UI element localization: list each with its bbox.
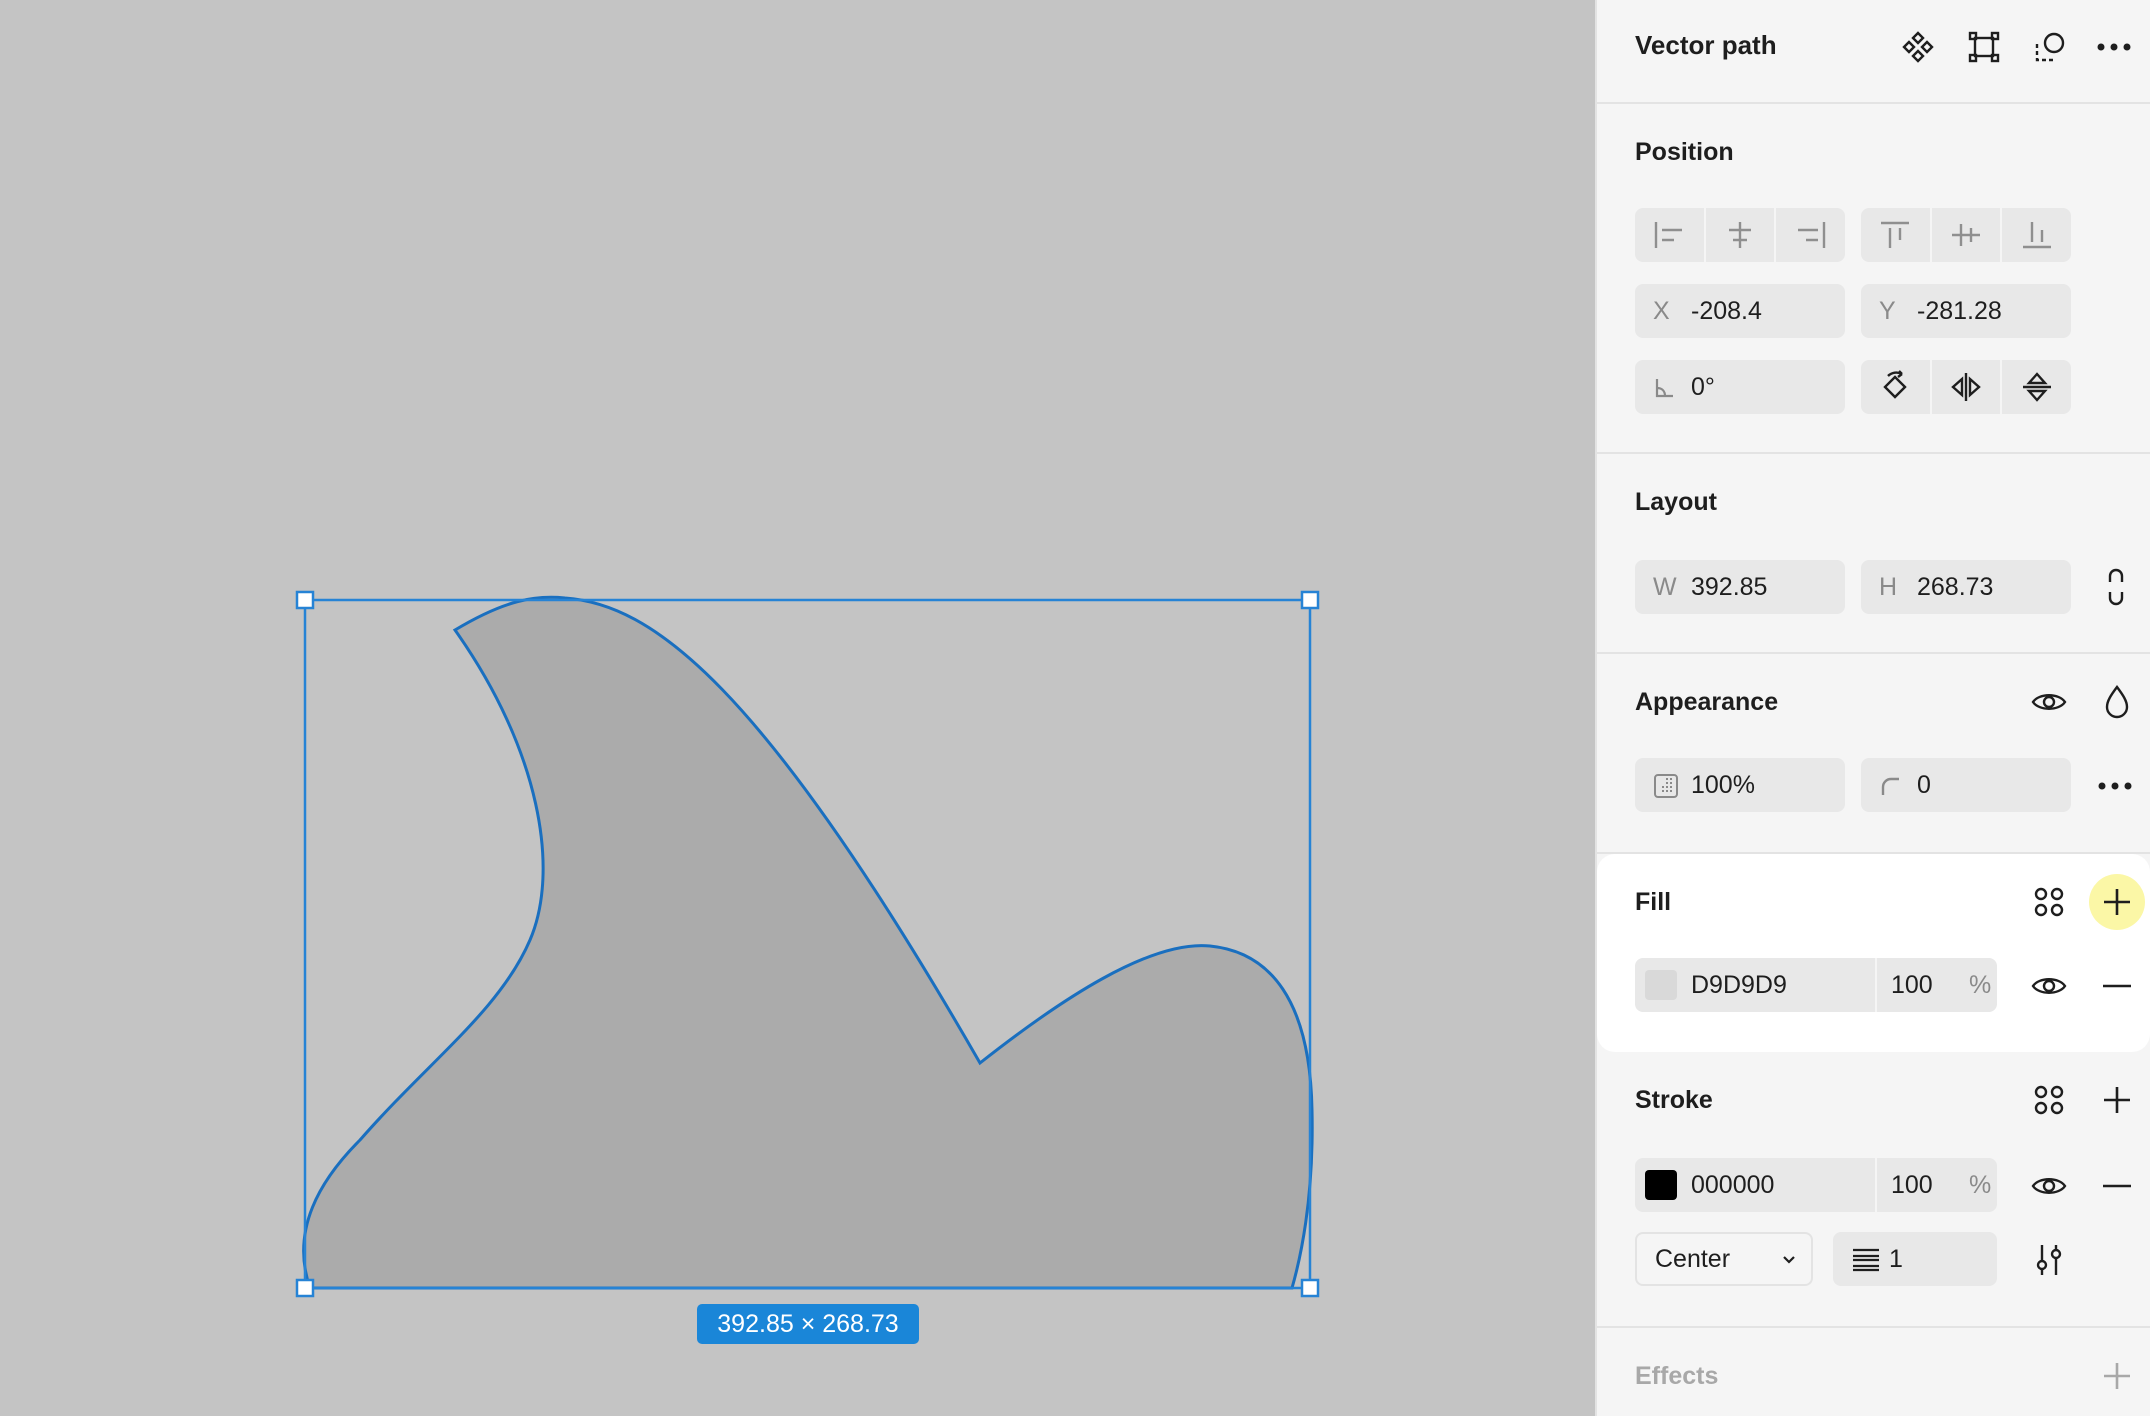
eye-icon[interactable]: [2027, 680, 2071, 724]
stroke-styles-icon[interactable]: [2027, 1078, 2071, 1122]
rotation-field[interactable]: 0°: [1635, 360, 1845, 414]
corner-radius-icon: [1879, 758, 1901, 812]
selection-handle-bottom-left[interactable]: [295, 1278, 315, 1298]
fill-visibility-icon[interactable]: [2027, 964, 2071, 1008]
stroke-settings-icon[interactable]: [2027, 1238, 2071, 1282]
angle-icon: [1653, 360, 1675, 414]
fill-title: Fill: [1635, 888, 1672, 916]
stroke-align-value: Center: [1655, 1245, 1731, 1273]
flip-vertical-icon[interactable]: [2002, 360, 2071, 414]
y-value: -281.28: [1917, 297, 2002, 325]
opacity-value: 100%: [1691, 771, 1755, 799]
align-left-icon[interactable]: [1635, 208, 1706, 262]
layout-title: Layout: [1635, 488, 1717, 516]
fill-swatch[interactable]: [1645, 970, 1677, 1000]
appearance-section: Appearance 100% 0: [1597, 654, 2150, 854]
panel-title: Vector path: [1635, 30, 1777, 60]
align-top-icon[interactable]: [1861, 208, 1932, 262]
selection-size-label: 392.85 × 268.73: [697, 1304, 919, 1344]
x-value: -208.4: [1691, 297, 1762, 325]
effects-section: Effects: [1597, 1328, 2150, 1416]
rotate-icon[interactable]: [1861, 360, 1932, 414]
stroke-section: Stroke 000000 100 % Center 1: [1597, 1052, 2150, 1328]
field-divider: [1875, 958, 1877, 1012]
selection-handle-top-right[interactable]: [1300, 590, 1320, 610]
add-effect-icon[interactable]: [2095, 1354, 2139, 1398]
panel-header: Vector path: [1597, 0, 2150, 104]
fill-opacity: 100: [1891, 971, 1933, 999]
vertical-align-group: [1861, 208, 2071, 262]
align-vertical-center-icon[interactable]: [1932, 208, 2003, 262]
flip-horizontal-icon[interactable]: [1932, 360, 2003, 414]
stroke-align-select[interactable]: Center: [1635, 1232, 1813, 1286]
align-horizontal-center-icon[interactable]: [1706, 208, 1777, 262]
chevron-down-icon: [1781, 1234, 1797, 1284]
opacity-icon: [1653, 758, 1679, 812]
selection-handle-top-left[interactable]: [295, 590, 315, 610]
appearance-more-icon[interactable]: [2093, 764, 2137, 808]
fill-color-field[interactable]: D9D9D9 100 %: [1635, 958, 1997, 1012]
stroke-weight-value: 1: [1889, 1245, 1903, 1273]
stroke-weight-icon: [1851, 1232, 1881, 1286]
layout-section: Layout W 392.85 H 268.73: [1597, 454, 2150, 654]
align-right-icon[interactable]: [1776, 208, 1845, 262]
rotation-value: 0°: [1691, 373, 1715, 401]
h-label: H: [1879, 573, 1898, 601]
fill-pct: %: [1969, 971, 1992, 999]
remove-stroke-icon[interactable]: [2095, 1164, 2139, 1208]
x-label: X: [1653, 297, 1670, 325]
corner-radius-field[interactable]: 0: [1861, 758, 2071, 812]
remove-fill-icon[interactable]: [2095, 964, 2139, 1008]
vector-path-shape[interactable]: [302, 595, 1314, 1290]
mask-icon[interactable]: [2029, 26, 2071, 68]
effects-title: Effects: [1635, 1362, 1719, 1390]
stroke-title: Stroke: [1635, 1086, 1713, 1114]
h-value: 268.73: [1917, 573, 1994, 601]
width-field[interactable]: W 392.85: [1635, 560, 1845, 614]
add-stroke-icon[interactable]: [2095, 1078, 2139, 1122]
y-position-field[interactable]: Y -281.28: [1861, 284, 2071, 338]
field-divider: [1875, 1158, 1877, 1212]
appearance-title: Appearance: [1635, 688, 1779, 716]
component-icon[interactable]: [1897, 26, 1939, 68]
design-canvas[interactable]: 392.85 × 268.73: [0, 0, 1595, 1416]
position-title: Position: [1635, 138, 1734, 166]
transform-group: [1861, 360, 2071, 414]
horizontal-align-group: [1635, 208, 1845, 262]
stroke-pct: %: [1969, 1171, 1992, 1199]
stroke-opacity: 100: [1891, 1171, 1933, 1199]
stroke-hex: 000000: [1691, 1171, 1775, 1199]
selection-handle-bottom-right[interactable]: [1300, 1278, 1320, 1298]
y-label: Y: [1879, 297, 1896, 325]
stroke-color-field[interactable]: 000000 100 %: [1635, 1158, 1997, 1212]
position-section: Position X -208.4 Y -281.28 0°: [1597, 104, 2150, 454]
w-label: W: [1653, 573, 1677, 601]
align-bottom-icon[interactable]: [2002, 208, 2071, 262]
stroke-swatch[interactable]: [1645, 1170, 1677, 1200]
canvas-drawing: [295, 590, 1320, 1298]
blend-mode-icon[interactable]: [2095, 680, 2139, 724]
height-field[interactable]: H 268.73: [1861, 560, 2071, 614]
w-value: 392.85: [1691, 573, 1768, 601]
opacity-field[interactable]: 100%: [1635, 758, 1845, 812]
fill-styles-icon[interactable]: [2027, 880, 2071, 924]
frame-selection-icon[interactable]: [1963, 26, 2005, 68]
more-options-icon[interactable]: [2093, 26, 2135, 68]
add-fill-icon[interactable]: [2089, 874, 2145, 930]
x-position-field[interactable]: X -208.4: [1635, 284, 1845, 338]
stroke-weight-field[interactable]: 1: [1833, 1232, 1997, 1286]
properties-panel: Vector path Position X -208.4 Y -281.28 …: [1595, 0, 2150, 1416]
corner-radius-value: 0: [1917, 771, 1931, 799]
fill-section: Fill D9D9D9 100 %: [1597, 854, 2150, 1052]
constrain-proportions-icon[interactable]: [2095, 566, 2137, 608]
stroke-visibility-icon[interactable]: [2027, 1164, 2071, 1208]
fill-hex: D9D9D9: [1691, 971, 1787, 999]
